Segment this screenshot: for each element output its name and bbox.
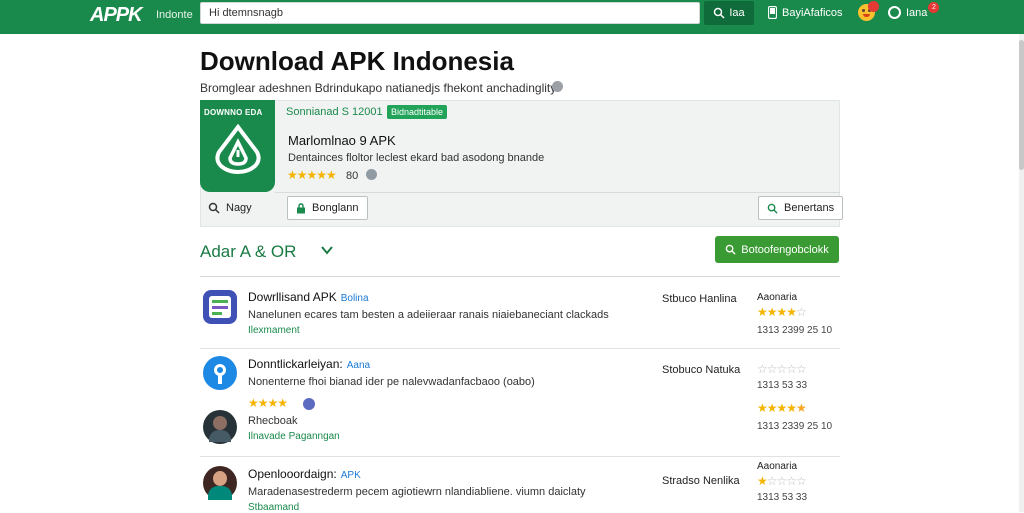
rating-stars: ★★★★ <box>248 396 288 410</box>
phone-icon <box>768 6 777 19</box>
rating-stars: ★★★★★ <box>757 401 807 415</box>
rating-stars: ☆☆☆☆☆ <box>757 362 807 376</box>
details-button-label: Benertans <box>784 202 835 214</box>
card-divider <box>275 192 840 193</box>
site-tagline: Indonte <box>156 9 193 21</box>
download-button-label: Bonglann <box>312 202 359 214</box>
list-item-stats: 1313 2399 25 10 <box>757 325 833 336</box>
site-logo[interactable]: APPK <box>90 4 143 27</box>
list-item-description: Maradenasestrederm pecem agiotiewrn nlan… <box>248 486 586 498</box>
chevron-down-icon[interactable] <box>320 244 334 256</box>
download-button[interactable]: Bonglann <box>287 196 368 220</box>
list-item-link[interactable]: Ilnavade Paganngan <box>248 431 340 442</box>
list-item-link[interactable]: Ilexmament <box>248 325 300 336</box>
page-title: Download APK Indonesia <box>200 46 514 76</box>
search-button-label: Iaa <box>729 7 745 19</box>
app-icon[interactable] <box>203 356 237 390</box>
featured-app-name[interactable]: Marlomlnao 9 APK <box>288 133 396 148</box>
app-icon[interactable] <box>203 290 237 324</box>
card-search-link[interactable]: Nagy <box>208 202 252 214</box>
section-action-button[interactable]: Botoofengobclokk <box>715 236 839 263</box>
list-item-price: Stbuco Hanlina <box>662 293 737 305</box>
scrollbar-thumb[interactable] <box>1019 40 1024 170</box>
emoji-icon <box>858 1 879 21</box>
android-logo-icon <box>215 124 261 174</box>
page-subtitle: Bromglear adeshnen Bdrindukapo natianedj… <box>200 81 557 95</box>
featured-tag: Bidnadtitable <box>387 105 448 119</box>
list-item-stats: 1313 53 33 <box>757 380 808 391</box>
featured-app-icon[interactable]: DOWNNO EDA <box>200 100 275 192</box>
list-item-description: Rhecboak <box>248 415 298 427</box>
card-search-label: Nagy <box>226 202 252 214</box>
search-icon <box>714 7 725 19</box>
section-title: Adar A & OR <box>200 242 297 261</box>
featured-rating-stars: ★★★★★ <box>287 168 337 182</box>
list-item-tag: APK <box>340 470 361 481</box>
emoji-badge <box>868 1 879 12</box>
search-icon <box>725 244 736 255</box>
list-item-description: Nonenterne fhoi bianad ider pe nalevwada… <box>248 376 535 388</box>
list-item-tag: Aana <box>346 360 371 371</box>
section-divider <box>200 276 840 277</box>
search-icon <box>767 203 778 214</box>
list-item-label: Aaonaria <box>757 461 798 472</box>
account-link[interactable]: Iana 2 <box>888 2 940 19</box>
info-icon[interactable] <box>303 398 315 410</box>
featured-rating-value: 80 <box>346 170 359 182</box>
details-button[interactable]: Benertans <box>758 196 844 220</box>
user-icon <box>888 6 901 19</box>
row-divider <box>200 456 840 457</box>
avatar[interactable] <box>203 410 237 444</box>
avatar[interactable] <box>203 466 237 500</box>
list-item-stats: 1313 53 33 <box>757 492 808 503</box>
info-icon[interactable] <box>552 81 563 92</box>
apps-link-label: BayiAfaficos <box>782 6 843 19</box>
list-item-link[interactable]: Stbaamand <box>248 502 299 513</box>
row-divider <box>200 348 840 349</box>
rating-stars: ★★★★☆ <box>757 305 807 319</box>
list-item-price: Stradso Nenlika <box>662 475 740 487</box>
featured-description: Dentainces floltor leclest ekard bad aso… <box>288 152 545 164</box>
list-item-title[interactable]: Donntlickarleiyan: Aana <box>248 357 370 371</box>
list-item-tag: Bolina <box>340 293 369 304</box>
list-item-label: Aaonaria <box>757 292 798 303</box>
section-action-label: Botoofengobclokk <box>741 243 829 256</box>
list-item-description: Nanelunen ecares tam besten a adeiieraar… <box>248 309 609 321</box>
rating-stars: ★☆☆☆☆ <box>757 474 807 488</box>
list-item-title[interactable]: Openlooordaign: APK <box>248 467 361 481</box>
featured-meta: Sonnianad S 12001 <box>286 106 383 118</box>
search-button[interactable]: Iaa <box>704 1 754 25</box>
apps-link[interactable]: BayiAfaficos <box>768 6 843 19</box>
search-box[interactable] <box>200 2 700 24</box>
account-link-label: Iana <box>906 6 928 19</box>
list-item-price: Stobuco Natuka <box>662 364 741 376</box>
search-icon <box>208 202 220 214</box>
lock-icon <box>297 202 305 213</box>
app-tile-label: DOWNNO EDA <box>204 108 263 117</box>
search-input[interactable] <box>201 3 699 23</box>
list-item-stats: 1313 2339 25 10 <box>757 421 833 432</box>
emoji-button[interactable] <box>858 1 879 21</box>
list-item-title[interactable]: Dowrllisand APK Bolina <box>248 290 369 304</box>
info-icon[interactable] <box>366 169 377 180</box>
